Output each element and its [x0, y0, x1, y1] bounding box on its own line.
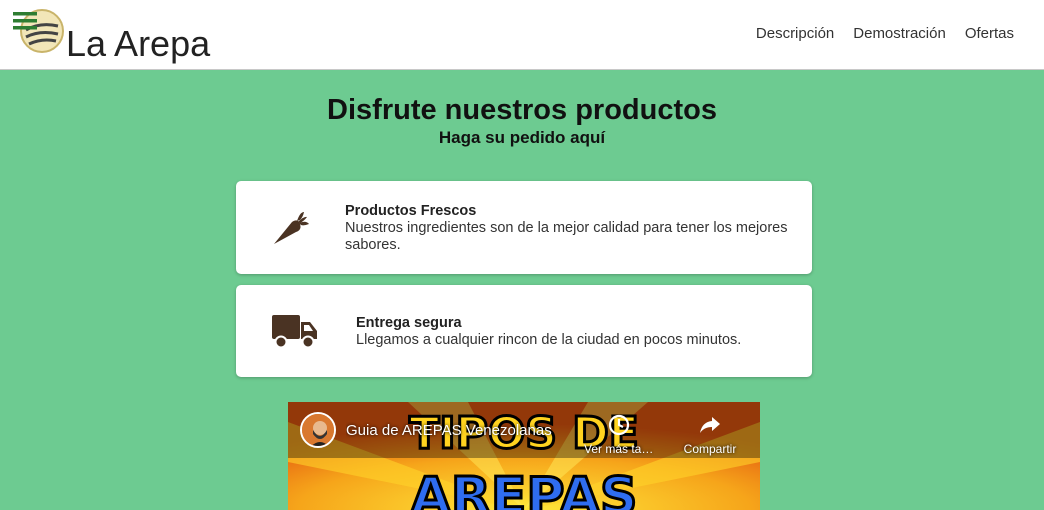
- feature-title: Productos Frescos: [345, 203, 477, 219]
- share-icon: [700, 417, 720, 433]
- video-thumbnail[interactable]: TIPOS DE AREPAS: [288, 402, 760, 510]
- menu-icon[interactable]: [13, 11, 37, 31]
- feature-text: Entrega segura Llegamos a cualquier rinc…: [356, 315, 796, 349]
- brand-name[interactable]: La Arepa: [66, 20, 210, 68]
- thumbnail-text-bottom: AREPAS: [411, 467, 638, 510]
- watch-later-label: Ver más tarde: [584, 442, 654, 456]
- nav-ofertas[interactable]: Ofertas: [965, 24, 1014, 44]
- video-title[interactable]: Guia de AREPAS Venezolanas: [346, 422, 576, 440]
- share-label: Compartir: [683, 442, 737, 456]
- video-embed[interactable]: TIPOS DE AREPAS Guia de AREPAS Venezolan…: [288, 402, 760, 510]
- feature-text: Productos Frescos Nuestros ingredientes …: [345, 203, 810, 254]
- clock-icon: [608, 414, 630, 436]
- feature-description: Nuestros ingredientes son de la mejor ca…: [345, 220, 788, 253]
- main-nav: Descripción Demostración Ofertas: [756, 24, 1014, 44]
- hero-subtitle: Haga su pedido aquí: [438, 128, 606, 147]
- hero-title: Disfrute nuestros productos: [327, 94, 717, 126]
- feature-title: Entrega segura: [356, 315, 462, 331]
- site-header: La Arepa Descripción Demostración Oferta…: [0, 0, 1044, 70]
- nav-descripcion[interactable]: Descripción: [756, 24, 834, 44]
- channel-avatar[interactable]: [300, 412, 336, 448]
- carrot-icon: [274, 212, 309, 244]
- feature-description: Llegamos a cualquier rincon de la ciudad…: [356, 332, 742, 348]
- feature-card-fresh: Productos Frescos Nuestros ingredientes …: [236, 181, 812, 274]
- feature-card-delivery: Entrega segura Llegamos a cualquier rinc…: [236, 285, 812, 377]
- nav-demostracion[interactable]: Demostración: [853, 24, 946, 44]
- truck-icon: [272, 315, 317, 349]
